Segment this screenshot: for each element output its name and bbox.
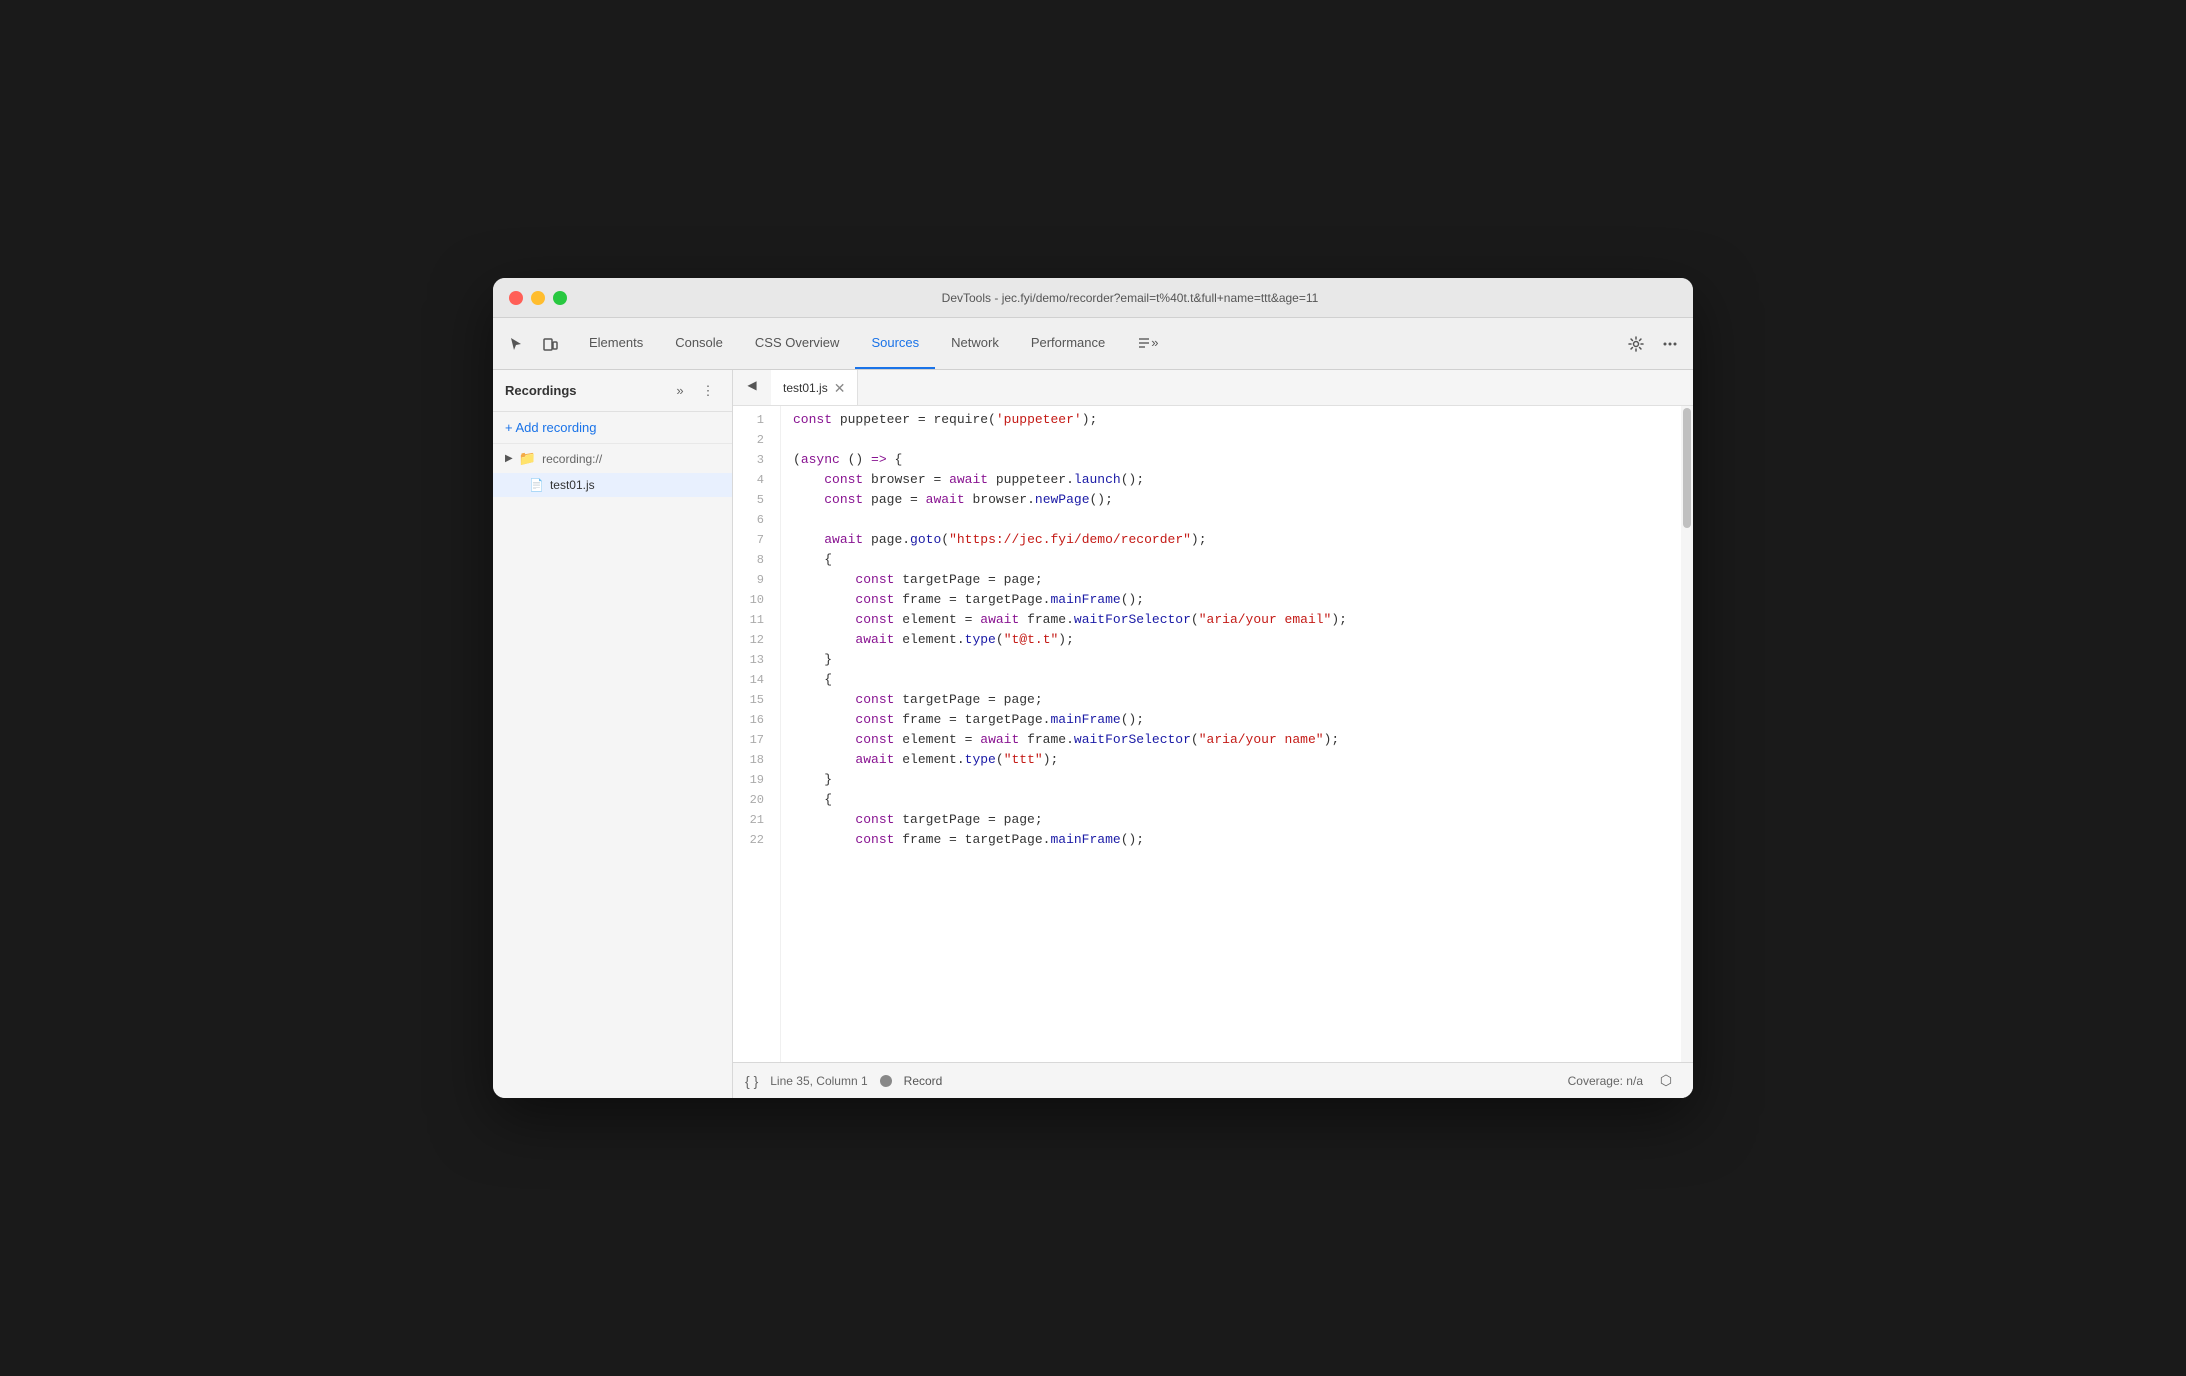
tab-network[interactable]: Network [935, 318, 1015, 369]
code-line-17: const element = await frame.waitForSelec… [793, 730, 1681, 750]
sidebar-header: Recordings » ⋮ [493, 370, 732, 412]
screenshot-btn[interactable]: ⬡ [1651, 1066, 1681, 1096]
tab-elements[interactable]: Elements [573, 318, 659, 369]
scrollbar-thumb[interactable] [1683, 408, 1691, 528]
editor-tab-close[interactable]: ✕ [834, 381, 846, 395]
add-recording-button[interactable]: + Add recording [493, 412, 732, 444]
code-line-20: { [793, 790, 1681, 810]
code-line-9: const targetPage = page; [793, 570, 1681, 590]
status-bar: { } Line 35, Column 1 Record Coverage: n… [733, 1062, 1693, 1098]
ellipsis-icon [1662, 336, 1678, 352]
sidebar-more-btn[interactable]: ⋮ [696, 379, 720, 403]
editor-tab-filename: test01.js [783, 381, 828, 395]
coverage-label: Coverage: n/a [1568, 1074, 1643, 1088]
sidebar: Recordings » ⋮ + Add recording ▶ 📁 recor… [493, 370, 733, 1098]
code-line-16: const frame = targetPage.mainFrame(); [793, 710, 1681, 730]
tab-network-label: Network [951, 335, 999, 350]
window-title: DevTools - jec.fyi/demo/recorder?email=t… [583, 291, 1677, 305]
tab-performance-label: Performance [1031, 335, 1105, 350]
code-line-12: await element.type("t@t.t"); [793, 630, 1681, 650]
gear-icon [1628, 336, 1644, 352]
devtools-window: DevTools - jec.fyi/demo/recorder?email=t… [493, 278, 1693, 1098]
code-line-22: const frame = targetPage.mainFrame(); [793, 830, 1681, 850]
sidebar-title: Recordings [505, 383, 668, 398]
title-bar: DevTools - jec.fyi/demo/recorder?email=t… [493, 278, 1693, 318]
tree-file-test01[interactable]: 📄 test01.js [493, 473, 732, 497]
file-name: test01.js [550, 478, 595, 492]
tab-bar: Elements Console CSS Overview Sources Ne… [493, 318, 1693, 370]
cursor-icon-btn[interactable] [501, 329, 531, 359]
code-line-6 [793, 510, 1681, 530]
editor-area: ◀ test01.js ✕ 1 2 3 4 5 6 7 [733, 370, 1693, 1098]
folder-icon: 📁 [519, 450, 536, 467]
code-lines: const puppeteer = require('puppeteer'); … [781, 406, 1681, 1062]
maximize-button[interactable] [553, 291, 567, 305]
folder-name: recording:// [542, 452, 602, 466]
record-button[interactable]: Record [904, 1074, 943, 1088]
code-line-3: (async () => { [793, 450, 1681, 470]
tab-console-label: Console [675, 335, 723, 350]
code-line-11: const element = await frame.waitForSelec… [793, 610, 1681, 630]
tree-folder-recording[interactable]: ▶ 📁 recording:// [493, 444, 732, 473]
status-right: Coverage: n/a ⬡ [1568, 1066, 1681, 1096]
code-line-14: { [793, 670, 1681, 690]
nav-buttons [501, 318, 565, 369]
editor-tabs: ◀ test01.js ✕ [733, 370, 1693, 406]
cursor-position: Line 35, Column 1 [770, 1074, 867, 1088]
tab-sources[interactable]: Sources [855, 318, 935, 369]
tab-items: Elements Console CSS Overview Sources Ne… [573, 318, 1613, 369]
format-braces[interactable]: { } [745, 1073, 758, 1089]
sidebar-expand-btn[interactable]: » [668, 379, 692, 403]
code-line-13: } [793, 650, 1681, 670]
main-content: Recordings » ⋮ + Add recording ▶ 📁 recor… [493, 370, 1693, 1098]
tab-more[interactable]: » [1121, 318, 1174, 369]
tab-elements-label: Elements [589, 335, 643, 350]
code-line-21: const targetPage = page; [793, 810, 1681, 830]
tab-console[interactable]: Console [659, 318, 739, 369]
code-line-1: const puppeteer = require('puppeteer'); [793, 410, 1681, 430]
code-line-10: const frame = targetPage.mainFrame(); [793, 590, 1681, 610]
code-line-19: } [793, 770, 1681, 790]
line-numbers: 1 2 3 4 5 6 7 8 9 10 11 12 13 14 [733, 406, 781, 1062]
minimize-button[interactable] [531, 291, 545, 305]
code-editor[interactable]: 1 2 3 4 5 6 7 8 9 10 11 12 13 14 [733, 406, 1693, 1062]
toolbar-actions [1621, 318, 1685, 369]
sidebar-header-icons: » ⋮ [668, 379, 720, 403]
folder-arrow-icon: ▶ [505, 453, 513, 464]
sidebar-tree: ▶ 📁 recording:// 📄 test01.js [493, 444, 732, 1098]
device-icon [542, 336, 558, 352]
code-line-8: { [793, 550, 1681, 570]
code-content: 1 2 3 4 5 6 7 8 9 10 11 12 13 14 [733, 406, 1693, 1062]
code-line-18: await element.type("ttt"); [793, 750, 1681, 770]
tab-performance[interactable]: Performance [1015, 318, 1121, 369]
add-recording-label: + Add recording [505, 420, 596, 435]
code-line-2 [793, 430, 1681, 450]
tab-css-overview[interactable]: CSS Overview [739, 318, 856, 369]
chevron-right-icon [1137, 336, 1151, 350]
more-options-btn[interactable] [1655, 329, 1685, 359]
code-line-15: const targetPage = page; [793, 690, 1681, 710]
traffic-lights [509, 291, 567, 305]
close-button[interactable] [509, 291, 523, 305]
status-left: { } Line 35, Column 1 Record [745, 1073, 942, 1089]
editor-tab-test01[interactable]: test01.js ✕ [771, 370, 858, 405]
code-line-4: const browser = await puppeteer.launch()… [793, 470, 1681, 490]
settings-icon-btn[interactable] [1621, 329, 1651, 359]
record-dot-icon [880, 1075, 892, 1087]
file-icon: 📄 [529, 478, 544, 492]
editor-nav-btn[interactable]: ◀ [737, 370, 767, 400]
device-toolbar-btn[interactable] [535, 329, 565, 359]
tab-sources-label: Sources [871, 335, 919, 350]
cursor-icon [508, 336, 524, 352]
code-line-5: const page = await browser.newPage(); [793, 490, 1681, 510]
scrollbar-track[interactable] [1681, 406, 1693, 1062]
tab-css-label: CSS Overview [755, 335, 840, 350]
code-line-7: await page.goto("https://jec.fyi/demo/re… [793, 530, 1681, 550]
